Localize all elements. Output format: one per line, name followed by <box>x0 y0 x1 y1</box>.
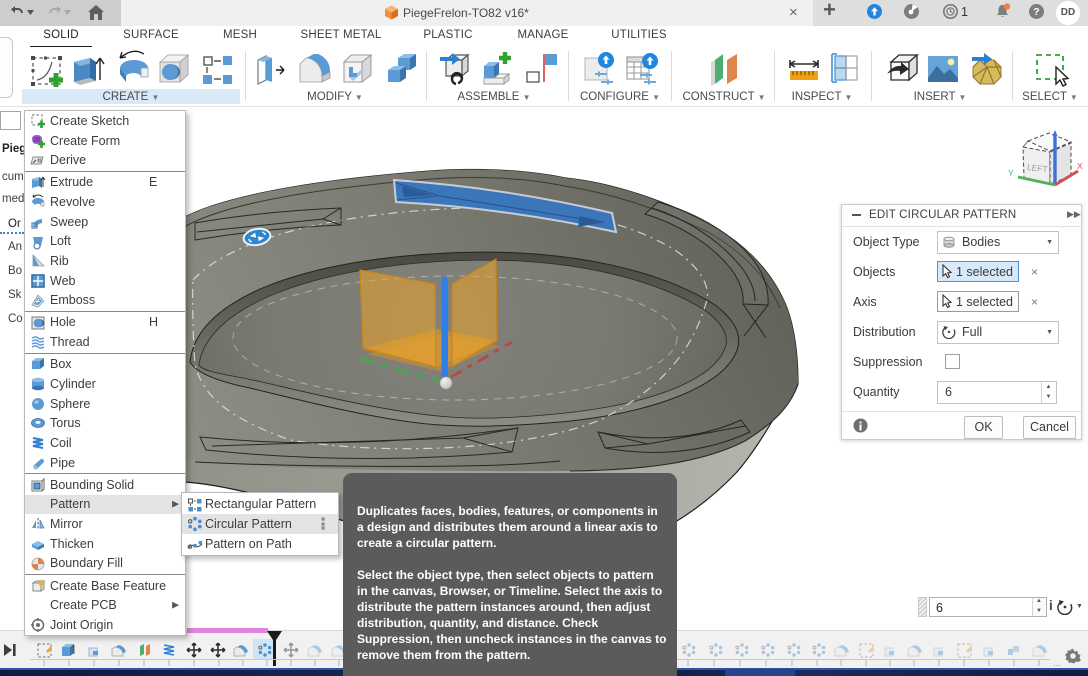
svg-text:?: ? <box>1033 6 1039 18</box>
svg-text:Y: Y <box>1008 168 1014 178</box>
svg-text:X: X <box>1077 161 1083 171</box>
